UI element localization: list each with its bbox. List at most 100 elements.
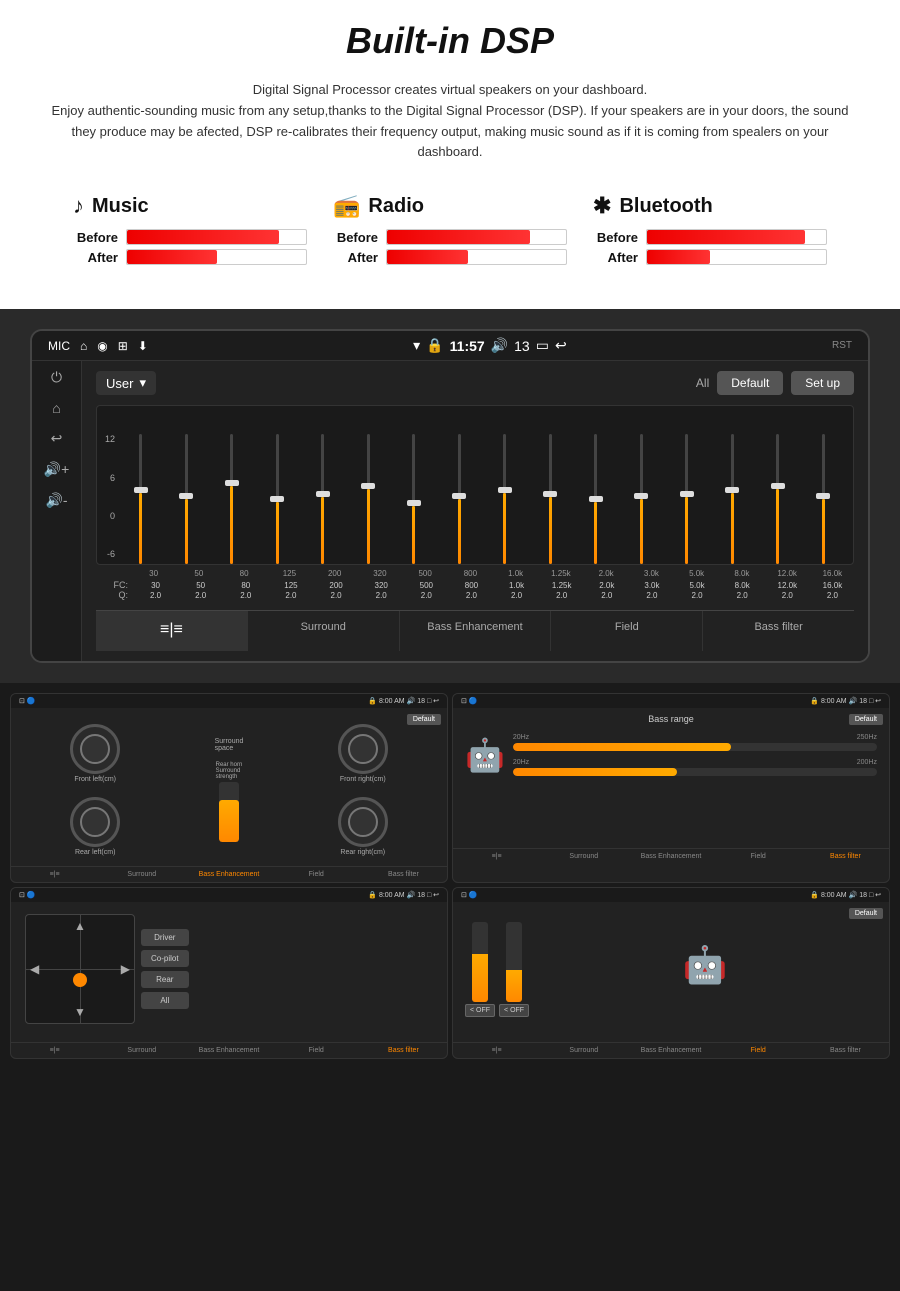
tab-bass-enhancement[interactable]: Bass Enhancement	[400, 611, 552, 651]
fader-handle-80[interactable]	[225, 480, 239, 486]
fader-col-5.0k[interactable]	[665, 434, 709, 564]
fader-handle-1.25k[interactable]	[543, 491, 557, 497]
fader-handle-50[interactable]	[179, 493, 193, 499]
ss1-tab-bass-filter[interactable]: Bass filter	[360, 867, 447, 882]
rear-left-dial[interactable]	[70, 797, 120, 847]
ss1-tab-eq[interactable]: ≡|≡	[11, 867, 98, 882]
ss1-time: 🔒 8:00 AM 🔊 18 □ ↩	[368, 697, 439, 705]
bass-slider-fill-1	[472, 954, 488, 1002]
surround-default-btn[interactable]: Default	[407, 714, 441, 725]
setup-button[interactable]: Set up	[791, 371, 854, 395]
ss2-tab-bass-enh[interactable]: Bass Enhancement	[627, 849, 714, 864]
center-labels: Surroundspace Rear hornSurroundstrength	[215, 738, 244, 842]
ss4-tab-bass-enh[interactable]: Bass Enhancement	[627, 1043, 714, 1058]
fader-col-200[interactable]	[301, 434, 345, 564]
tab-bass-filter[interactable]: Bass filter	[703, 611, 854, 651]
bass-filter-default-btn[interactable]: Default	[849, 908, 883, 919]
vol-up-icon[interactable]: 🔊+	[44, 461, 70, 478]
fader-col-3.0k[interactable]	[620, 434, 664, 564]
bass-range-default-btn[interactable]: Default	[849, 714, 883, 725]
fader-col-800[interactable]	[438, 434, 482, 564]
ss4-tab-surround[interactable]: Surround	[540, 1043, 627, 1058]
fader-col-2.0k[interactable]	[574, 434, 618, 564]
fader-handle-30[interactable]	[134, 487, 148, 493]
fader-col-320[interactable]	[347, 434, 391, 564]
preset-selector[interactable]: User ▾	[96, 371, 156, 395]
front-left-dial[interactable]	[70, 724, 120, 774]
fader-col-80[interactable]	[210, 434, 254, 564]
ss4-tab-eq[interactable]: ≡|≡	[453, 1043, 540, 1058]
rear-right-dial[interactable]	[338, 797, 388, 847]
fader-handle-500[interactable]	[407, 500, 421, 506]
fader-handle-125[interactable]	[270, 496, 284, 502]
fader-handle-3.0k[interactable]	[634, 493, 648, 499]
fader-col-8.0k[interactable]	[711, 434, 755, 564]
ss2-tab-bass-filter[interactable]: Bass filter	[802, 849, 889, 864]
fader-track-3.0k	[640, 434, 643, 564]
ss1-tab-field[interactable]: Field	[273, 867, 360, 882]
ss3-tab-eq[interactable]: ≡|≡	[11, 1043, 98, 1058]
bass-filter-body: Default < OFF < OFF	[453, 902, 889, 1042]
bass-range-row-1: 20Hz 250Hz	[513, 734, 877, 751]
power-icon[interactable]: ⏻	[51, 369, 62, 386]
bass-off-btn-1[interactable]: < OFF	[465, 1004, 495, 1017]
ss3-tab-bass-filter[interactable]: Bass filter	[360, 1043, 447, 1058]
field-tabs: ≡|≡ Surround Bass Enhancement Field Bass…	[11, 1042, 447, 1058]
fc-val-1.0k: 1.0k	[495, 581, 538, 590]
wifi-icon: ▾	[413, 337, 420, 354]
fader-handle-5.0k[interactable]	[680, 491, 694, 497]
fader-col-30[interactable]	[119, 434, 163, 564]
vol-down-icon[interactable]: 🔊-	[45, 492, 67, 509]
bass-range-track-2[interactable]	[513, 768, 877, 776]
bass-range-low-2: 20Hz	[513, 759, 529, 766]
home-sidebar-icon[interactable]: ⌂	[52, 400, 60, 416]
fader-handle-16.0k[interactable]	[816, 493, 830, 499]
fc-val-320: 320	[360, 581, 403, 590]
ss2-tab-eq[interactable]: ≡|≡	[453, 849, 540, 864]
field-btn-copilot[interactable]: Co-pilot	[141, 950, 189, 967]
bass-speaker-robot-icon: 🤖	[465, 736, 505, 774]
tab-eq[interactable]: ≡|≡	[96, 611, 248, 651]
bass-slider-track-2[interactable]	[506, 922, 522, 1002]
fader-handle-800[interactable]	[452, 493, 466, 499]
fader-col-500[interactable]	[392, 434, 436, 564]
ss1-tab-bass-enh[interactable]: Bass Enhancement	[185, 867, 272, 882]
ss3-tab-field[interactable]: Field	[273, 1043, 360, 1058]
back-sidebar-icon[interactable]: ↩	[51, 430, 63, 447]
tab-field[interactable]: Field	[551, 611, 703, 651]
default-button[interactable]: Default	[717, 371, 783, 395]
fader-col-50[interactable]	[165, 434, 209, 564]
bass-off-btn-2[interactable]: < OFF	[499, 1004, 529, 1017]
fader-col-1.0k[interactable]	[483, 434, 527, 564]
fader-col-12.0k[interactable]	[756, 434, 800, 564]
ss1-tab-surround[interactable]: Surround	[98, 867, 185, 882]
field-btn-rear[interactable]: Rear	[141, 971, 189, 988]
bass-range-sliders: 20Hz 250Hz 20Hz 200Hz	[513, 734, 877, 776]
sound-position-grid[interactable]: ▲ ▼ ◀ ▶	[25, 914, 135, 1024]
field-btn-driver[interactable]: Driver	[141, 929, 189, 946]
ss2-tab-field[interactable]: Field	[715, 849, 802, 864]
fader-handle-8.0k[interactable]	[725, 487, 739, 493]
bass-range-track-1[interactable]	[513, 743, 877, 751]
fader-col-125[interactable]	[256, 434, 300, 564]
bass-slider-track-1[interactable]	[472, 922, 488, 1002]
fader-col-1.25k[interactable]	[529, 434, 573, 564]
ss3-tab-bass-enh[interactable]: Bass Enhancement	[185, 1043, 272, 1058]
fc-val-8.0k: 8.0k	[721, 581, 764, 590]
fader-handle-320[interactable]	[361, 483, 375, 489]
q-val-12.0k: 2.0	[766, 591, 809, 600]
ss3-tab-surround[interactable]: Surround	[98, 1043, 185, 1058]
ss4-tab-field[interactable]: Field	[715, 1043, 802, 1058]
fader-handle-12.0k[interactable]	[771, 483, 785, 489]
fader-handle-200[interactable]	[316, 491, 330, 497]
field-btn-all[interactable]: All	[141, 992, 189, 1009]
front-right-dial[interactable]	[338, 724, 388, 774]
fader-handle-2.0k[interactable]	[589, 496, 603, 502]
fader-col-16.0k[interactable]	[802, 434, 846, 564]
ss4-tab-bass-filter[interactable]: Bass filter	[802, 1043, 889, 1058]
fader-handle-1.0k[interactable]	[498, 487, 512, 493]
left-dials: Front left(cm) Rear left(cm)	[70, 724, 120, 856]
tab-surround[interactable]: Surround	[248, 611, 400, 651]
ss2-tab-surround[interactable]: Surround	[540, 849, 627, 864]
bass-v-slider-1: < OFF	[465, 922, 495, 1017]
